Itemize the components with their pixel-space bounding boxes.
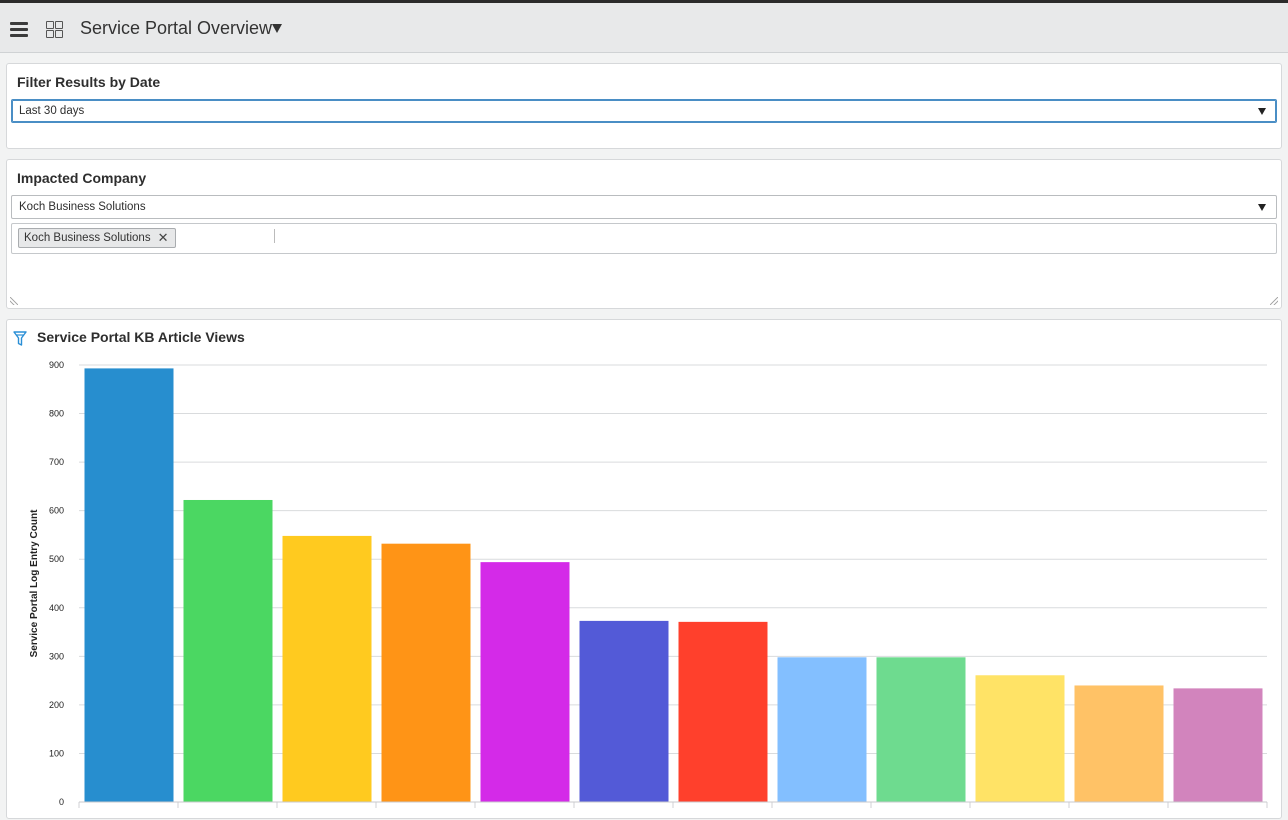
text-cursor [274, 229, 275, 243]
bar [183, 499, 273, 802]
y-tick-label: 800 [49, 409, 64, 419]
bar [678, 621, 768, 802]
y-tick-label: 0 [59, 797, 64, 807]
grid-icon[interactable] [46, 21, 64, 39]
page-title: Service Portal Overview [80, 18, 273, 38]
bar [777, 657, 867, 802]
header-bar: Service Portal Overview [0, 3, 1288, 53]
date-filter-panel: Filter Results by Date Last 30 days [6, 63, 1282, 149]
company-tag-box[interactable]: Koch Business Solutions ✕ [11, 223, 1277, 254]
y-tick-label: 500 [49, 554, 64, 564]
tag-label: Koch Business Solutions [24, 232, 151, 244]
y-tick-label: 400 [49, 603, 64, 613]
hamburger-icon[interactable] [10, 22, 28, 37]
company-filter-panel: Impacted Company Koch Business Solutions… [6, 159, 1282, 309]
close-icon[interactable]: ✕ [158, 229, 169, 247]
bar [876, 657, 966, 802]
bar [480, 562, 570, 802]
panel-title: Impacted Company [17, 170, 147, 186]
chevron-down-icon [1258, 204, 1266, 211]
resize-handle-right[interactable] [1270, 297, 1278, 305]
y-tick-label: 200 [49, 700, 64, 710]
bar [579, 620, 669, 802]
chevron-down-icon [1258, 108, 1266, 115]
bar [975, 675, 1065, 802]
bar [84, 368, 174, 802]
chart-panel: Service Portal KB Article Views 0 100 200 3… [6, 319, 1282, 819]
resize-handle-left[interactable] [10, 297, 18, 305]
bar [381, 543, 471, 802]
bar-chart: 0 100 200 300 400 500 600 700 800 900 Service Port… [29, 360, 1268, 808]
date-range-value: Last 30 days [19, 105, 85, 117]
panel-title: Filter Results by Date [17, 74, 161, 90]
bar [1074, 685, 1164, 802]
y-tick-label: 900 [49, 360, 64, 370]
company-value: Koch Business Solutions [19, 201, 146, 213]
bar [1173, 688, 1263, 802]
y-tick-label: 600 [49, 506, 64, 516]
company-tag: Koch Business Solutions ✕ [18, 228, 176, 248]
y-tick-label: 100 [49, 748, 64, 758]
date-range-select[interactable]: Last 30 days [11, 99, 1277, 123]
bar [282, 535, 372, 802]
caret-down-icon[interactable] [272, 24, 282, 33]
y-tick-label: 300 [49, 651, 64, 661]
company-select[interactable]: Koch Business Solutions [11, 195, 1277, 219]
y-tick-label: 700 [49, 457, 64, 467]
y-axis-title: Service Portal Log Entry Count [29, 509, 40, 657]
